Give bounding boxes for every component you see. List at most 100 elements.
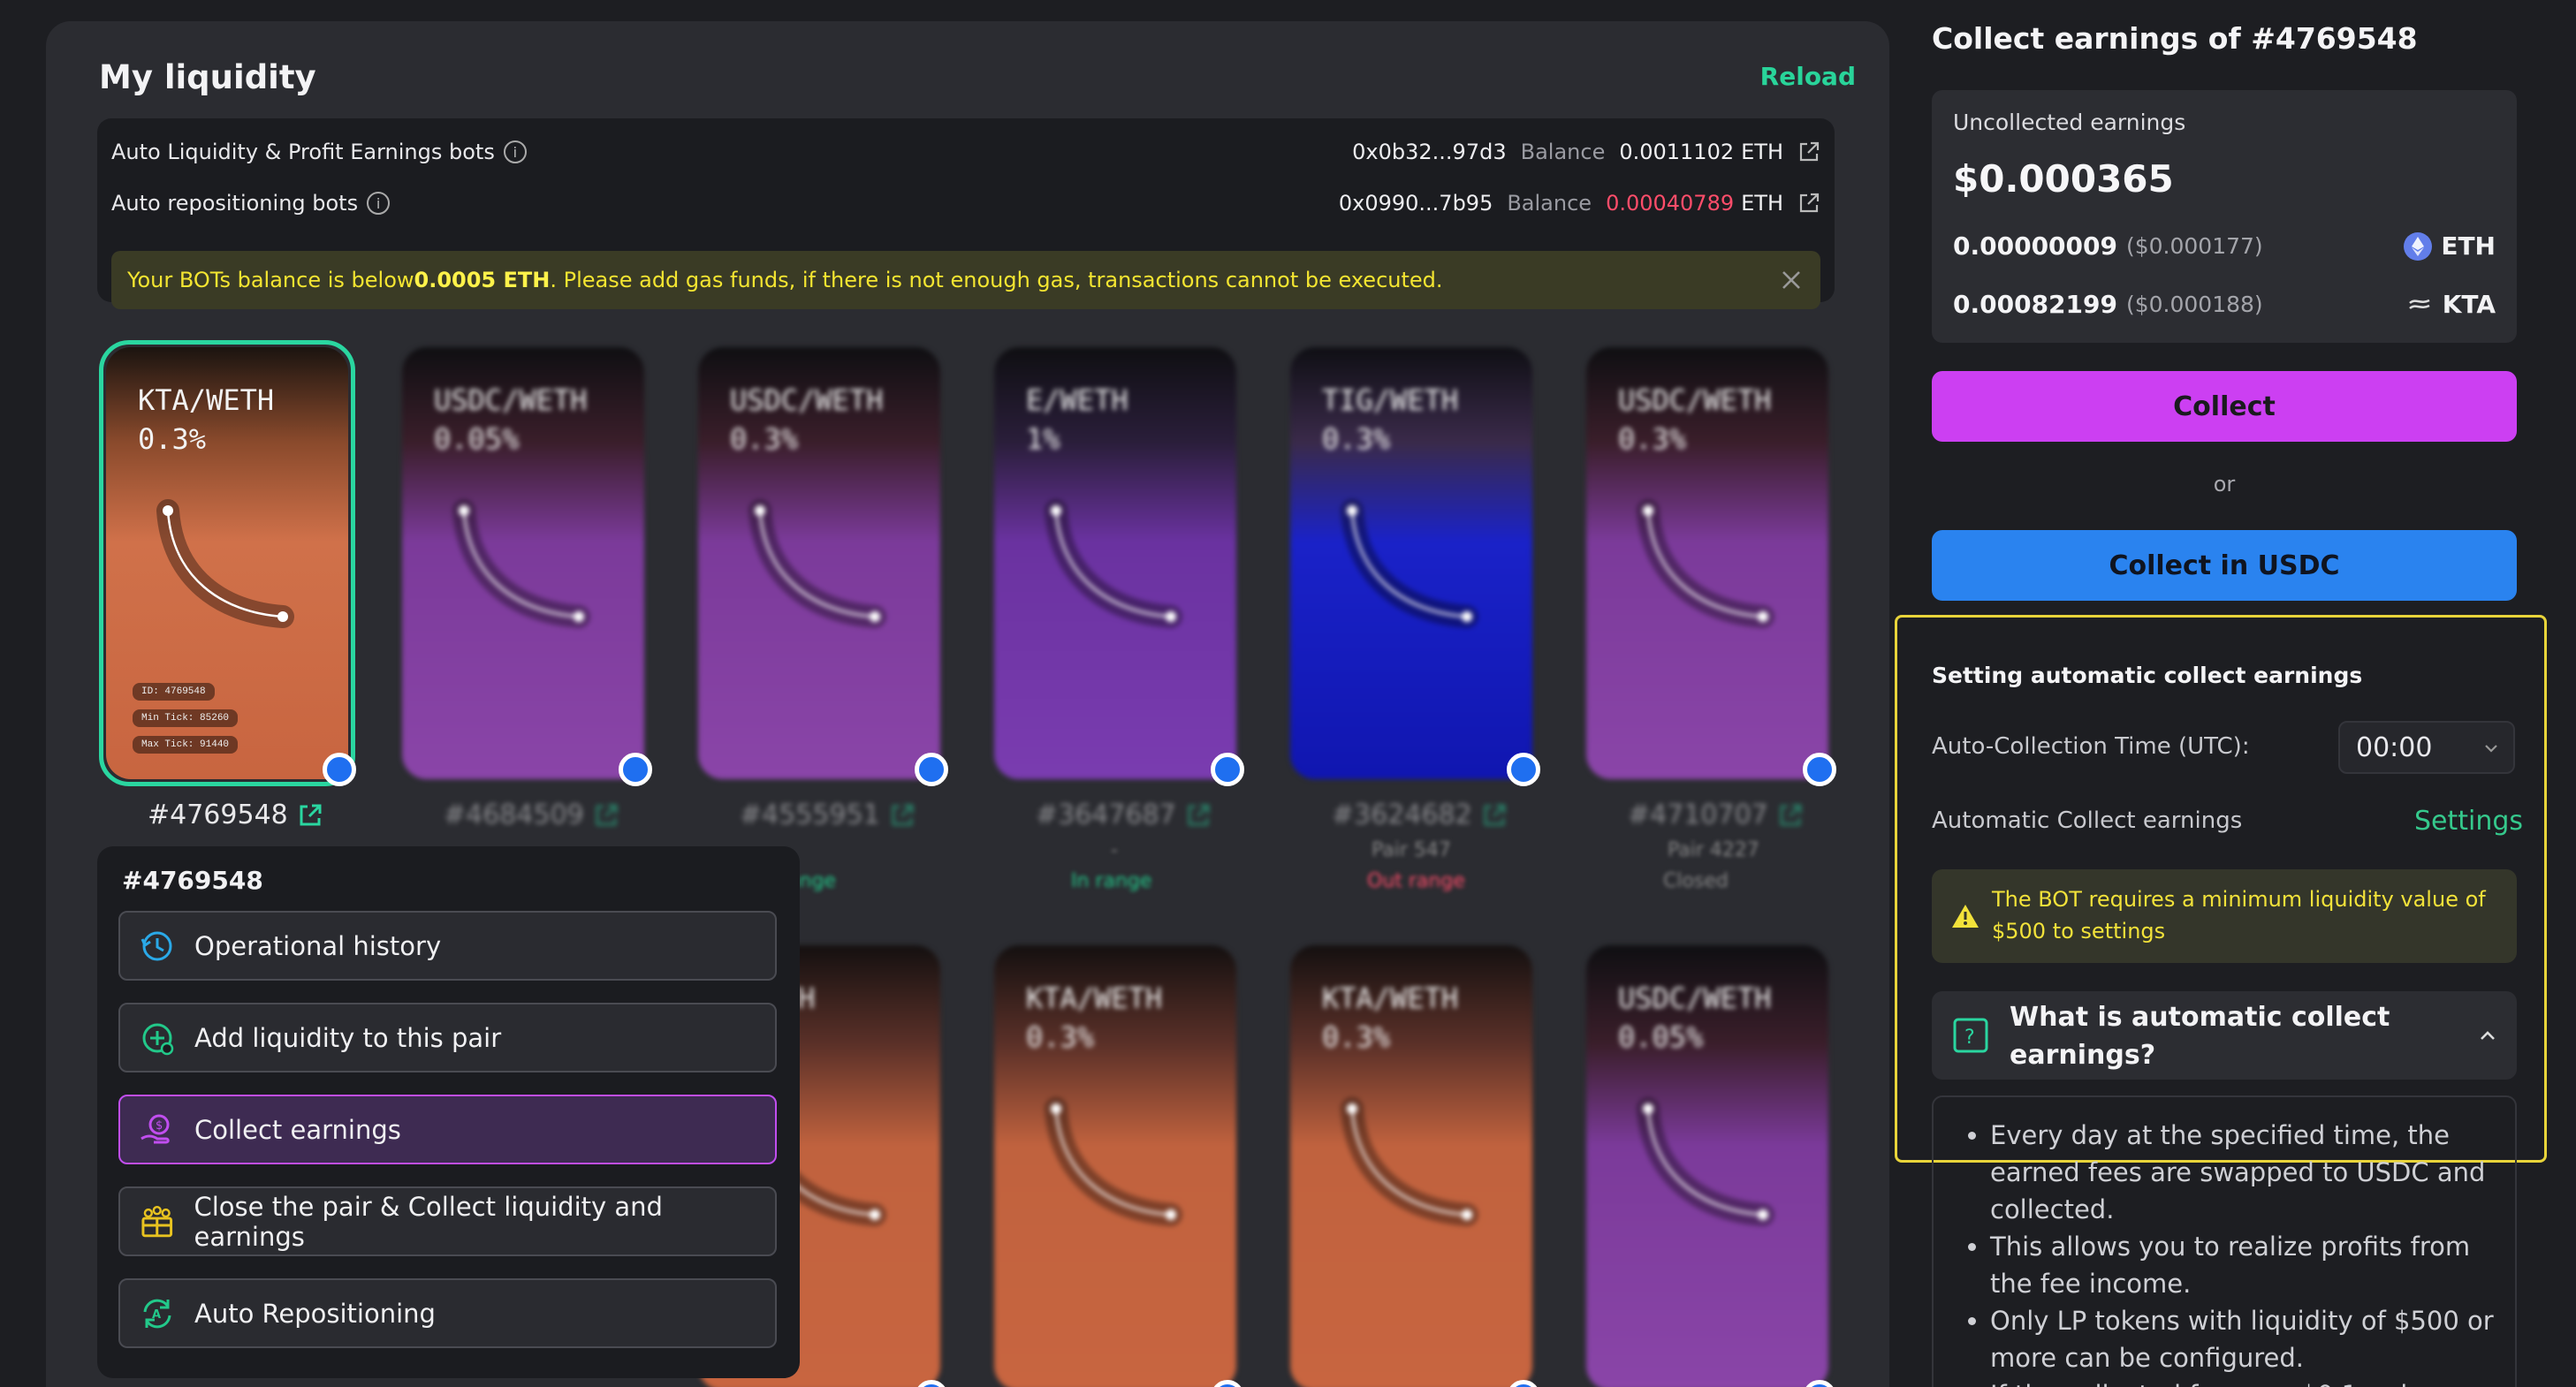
card-subtitle: - [1111,839,1118,861]
menu-item-label: Close the pair & Collect liquidity and e… [194,1191,663,1252]
collect-button[interactable]: Collect [1932,371,2517,442]
token-row-eth: 0.00000009 ($0.000177) ETH [1953,231,2496,261]
info-icon[interactable]: i [367,192,391,215]
card-artwork: USDC/WETH 0.3% [698,347,940,779]
position-card[interactable]: USDC/WETH 0.3% [1579,340,1835,786]
auto-time-select[interactable]: 00:00 [2338,721,2515,774]
token-row-kta: 0.00082199 ($0.000188) KTA [1953,290,2496,319]
bot-row-liquidity: Auto Liquidity & Profit Earnings bots i … [111,134,1820,170]
card-id-link[interactable]: #3647687 [1036,800,1212,830]
menu-item-label: Add liquidity to this pair [194,1022,502,1053]
bot-label: Auto Liquidity & Profit Earnings bots [111,140,495,164]
card-artwork: USDC/WETH 0.05% [1586,945,1828,1387]
balance-unit: ETH [1741,191,1783,216]
position-card[interactable]: USDC/WETH 0.3% [691,340,947,786]
card-subtitle: Pair 4227 [1668,839,1759,861]
position-card[interactable]: TIG/WETH 0.3% [1283,340,1539,786]
min-liquidity-text: The BOT requires a minimum liquidity val… [1992,887,2486,944]
liquidity-curve [1341,1097,1478,1226]
remove-position-button[interactable] [1507,753,1540,786]
eth-icon [2404,231,2433,261]
external-link-icon[interactable] [1797,192,1820,215]
question-icon: ? [1953,1018,1988,1053]
remove-position-button[interactable] [915,753,948,786]
remove-position-button[interactable] [323,753,356,786]
auto-time-label: Auto-Collection Time (UTC): [1932,733,2250,760]
card-range-status: Closed [1663,870,1729,892]
external-link-icon [892,804,914,825]
collect-earnings-panel: Collect earnings of #4769548 Uncollected… [1895,0,2550,1387]
card-id-link[interactable]: #4684509 [444,800,619,830]
info-icon[interactable]: i [503,140,527,163]
faq-point: Every day at the specified time, the ear… [1990,1117,2497,1228]
card-range-status: In range [1071,870,1152,892]
auto-collect-title: Setting automatic collect earnings [1932,663,2363,688]
collect-in-usdc-button[interactable]: Collect in USDC [1932,530,2517,601]
settings-link[interactable]: Settings [2414,806,2523,837]
chevron-down-icon [2485,745,2497,753]
card-id: #4769548 [148,800,288,830]
svg-text:?: ? [1964,1027,1975,1049]
liquidity-curve [1341,499,1478,628]
menu-item-collect-earnings[interactable]: $ Collect earnings [118,1095,777,1164]
remove-position-button[interactable] [1803,753,1836,786]
svg-text:$: $ [156,1119,163,1133]
external-link-icon [1780,804,1802,825]
uncollected-earnings-box: Uncollected earnings $0.000365 0.0000000… [1932,90,2517,343]
close-icon[interactable] [1778,267,1805,293]
min-liquidity-warning: The BOT requires a minimum liquidity val… [1932,869,2517,963]
external-link-icon[interactable] [1797,140,1820,163]
bots-box: Auto Liquidity & Profit Earnings bots i … [97,118,1835,309]
position-card[interactable]: E/WETH 1% [987,340,1243,786]
menu-item-add-liquidity[interactable]: Add liquidity to this pair [118,1003,777,1072]
balance-unit: ETH [1741,140,1783,164]
position-card[interactable]: USDC/WETH 0.05% [395,340,651,786]
liquidity-curve [1637,499,1774,628]
auto-collect-label: Automatic Collect earnings [1932,807,2243,834]
remove-position-button[interactable] [1211,753,1244,786]
balance-label: Balance [1520,140,1606,164]
menu-item-close-pair[interactable]: Close the pair & Collect liquidity and e… [118,1186,777,1256]
position-card[interactable]: KTA/WETH 0.3% [987,938,1243,1387]
external-link-icon [596,804,618,825]
card-id-link[interactable]: #4555951 [740,800,916,830]
card-id-link[interactable]: #4769548 [148,800,323,830]
bot-row-repositioning: Auto repositioning bots i 0x0990...7b95 … [111,186,1820,221]
treasure-box-icon [141,1205,173,1237]
remove-position-button[interactable] [619,753,652,786]
position-context-menu: #4769548 Operational history Add liquidi… [97,846,800,1378]
card-id-link[interactable]: #4710707 [1628,800,1804,830]
position-card[interactable]: KTA/WETH 0.3% ID: 4769548 Min Tick: 85260 M… [99,340,355,786]
token-symbol: KTA [2442,290,2496,319]
menu-item-auto-repositioning[interactable]: A Auto Repositioning [118,1278,777,1348]
token-amount: 0.00082199 [1953,290,2117,319]
card-id-link[interactable]: #3624682 [1332,800,1508,830]
chevron-up-icon [2481,1031,2495,1040]
position-card[interactable]: USDC/WETH 0.05% [1579,938,1835,1387]
card-artwork: KTA/WETH 0.3% ID: 4769548 Min Tick: 85260 M… [106,347,348,779]
tick-label: Min Tick: 85260 [133,709,239,727]
token-symbol: ETH [2441,231,2496,261]
reload-button[interactable]: Reload [1760,62,1856,91]
add-coin-icon [142,1023,174,1055]
card-artwork: E/WETH 1% [994,347,1236,779]
menu-item-operational-history[interactable]: Operational history [118,911,777,981]
panel-title: My liquidity [99,58,316,96]
faq-toggle[interactable]: ? What is automatic collect earnings? [1932,991,2517,1080]
menu-item-label: Operational history [194,930,442,961]
menu-title: #4769548 [122,866,263,895]
card-id: #3624682 [1332,800,1472,830]
warning-icon [1952,905,1979,928]
liquidity-curve [452,499,590,628]
token-amount: 0.00000009 [1953,231,2117,261]
position-card[interactable]: KTA/WETH 0.3% [1283,938,1539,1387]
liquidity-curve [1045,499,1182,628]
auto-repositioning-icon: A [143,1299,171,1328]
card-artwork: TIG/WETH 0.3% [1290,347,1532,779]
faq-point: If the collected fees are $0.1 or less, … [1990,1376,2497,1387]
faq-question: What is automatic collect earnings? [2010,1002,2390,1071]
collect-hand-coin-icon: $ [141,1114,170,1143]
faq-point: Only LP tokens with liquidity of $500 or… [1990,1302,2497,1376]
warning-text-post: . Please add gas funds, if there is not … [550,268,1443,292]
bot-label: Auto repositioning bots [111,191,359,216]
